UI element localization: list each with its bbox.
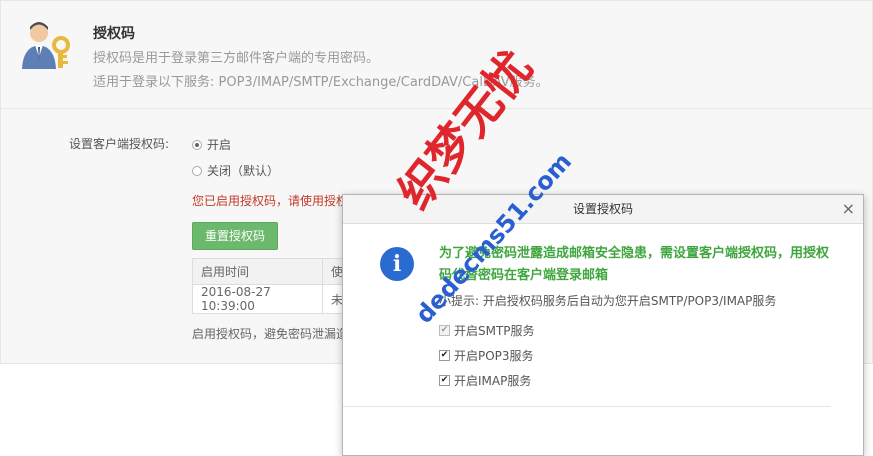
- radio-off-label: 关闭（默认）: [207, 164, 280, 178]
- close-icon[interactable]: ×: [842, 195, 855, 223]
- radio-off-indicator[interactable]: [192, 165, 202, 176]
- checkbox-smtp[interactable]: ✔ 开启SMTP服务: [439, 322, 535, 339]
- client-auth-label: 设置客户端授权码:: [69, 137, 170, 151]
- header-services: 适用于登录以下服务: POP3/IMAP/SMTP/Exchange/CardD…: [93, 75, 549, 90]
- header-description: 授权码是用于登录第三方邮件客户端的专用密码。: [93, 51, 380, 66]
- checkbox-label: 开启POP3服务: [454, 349, 534, 363]
- auth-code-table: 启用时间 使 2016-08-27 10:39:00 未: [192, 258, 353, 314]
- radio-off[interactable]: 关闭（默认）: [192, 162, 279, 179]
- checkbox-imap[interactable]: ✔ 开启IMAP服务: [439, 372, 531, 389]
- info-icon: i: [380, 247, 414, 281]
- dialog-divider: [343, 406, 831, 407]
- security-warning: 为了避免密码泄露造成邮箱安全隐患，需设置客户端授权码，用授权码代替密码在客户端登…: [439, 246, 830, 283]
- checkbox-pop3[interactable]: ✔ 开启POP3服务: [439, 347, 534, 364]
- table-cell: 2016-08-27 10:39:00: [192, 284, 323, 314]
- user-key-icon: [22, 22, 70, 69]
- reset-auth-code-button[interactable]: 重置授权码: [192, 222, 278, 250]
- page-title: 授权码: [93, 26, 135, 42]
- checkbox-label: 开启SMTP服务: [454, 324, 535, 338]
- checkmark-icon[interactable]: ✔: [439, 325, 450, 336]
- column-header: 启用时间: [192, 258, 323, 285]
- radio-on[interactable]: 开启: [192, 136, 231, 153]
- dialog-titlebar: 设置授权码 ×: [343, 195, 863, 224]
- table-row: 2016-08-27 10:39:00 未: [192, 284, 353, 314]
- dialog-title: 设置授权码: [572, 202, 633, 216]
- checkmark-icon[interactable]: ✔: [439, 350, 450, 361]
- checkbox-label: 开启IMAP服务: [454, 374, 532, 388]
- auth-code-header: 授权码 授权码是用于登录第三方邮件客户端的专用密码。 适用于登录以下服务: PO…: [0, 0, 873, 109]
- footer-hint: 启用授权码，避免密码泄漏造: [192, 327, 349, 341]
- table-header-row: 启用时间 使: [192, 258, 353, 285]
- radio-on-indicator[interactable]: [192, 139, 202, 150]
- set-auth-code-dialog: 设置授权码 × i 为了避免密码泄露造成邮箱安全隐患，需设置客户端授权码，用授权…: [342, 194, 864, 456]
- checkmark-icon[interactable]: ✔: [439, 375, 450, 386]
- enabled-notice: 您已启用授权码，请使用授权: [192, 194, 349, 208]
- radio-on-label: 开启: [207, 138, 232, 152]
- service-tip: 小提示: 开启授权码服务后自动为您开启SMTP/POP3/IMAP服务: [439, 294, 777, 308]
